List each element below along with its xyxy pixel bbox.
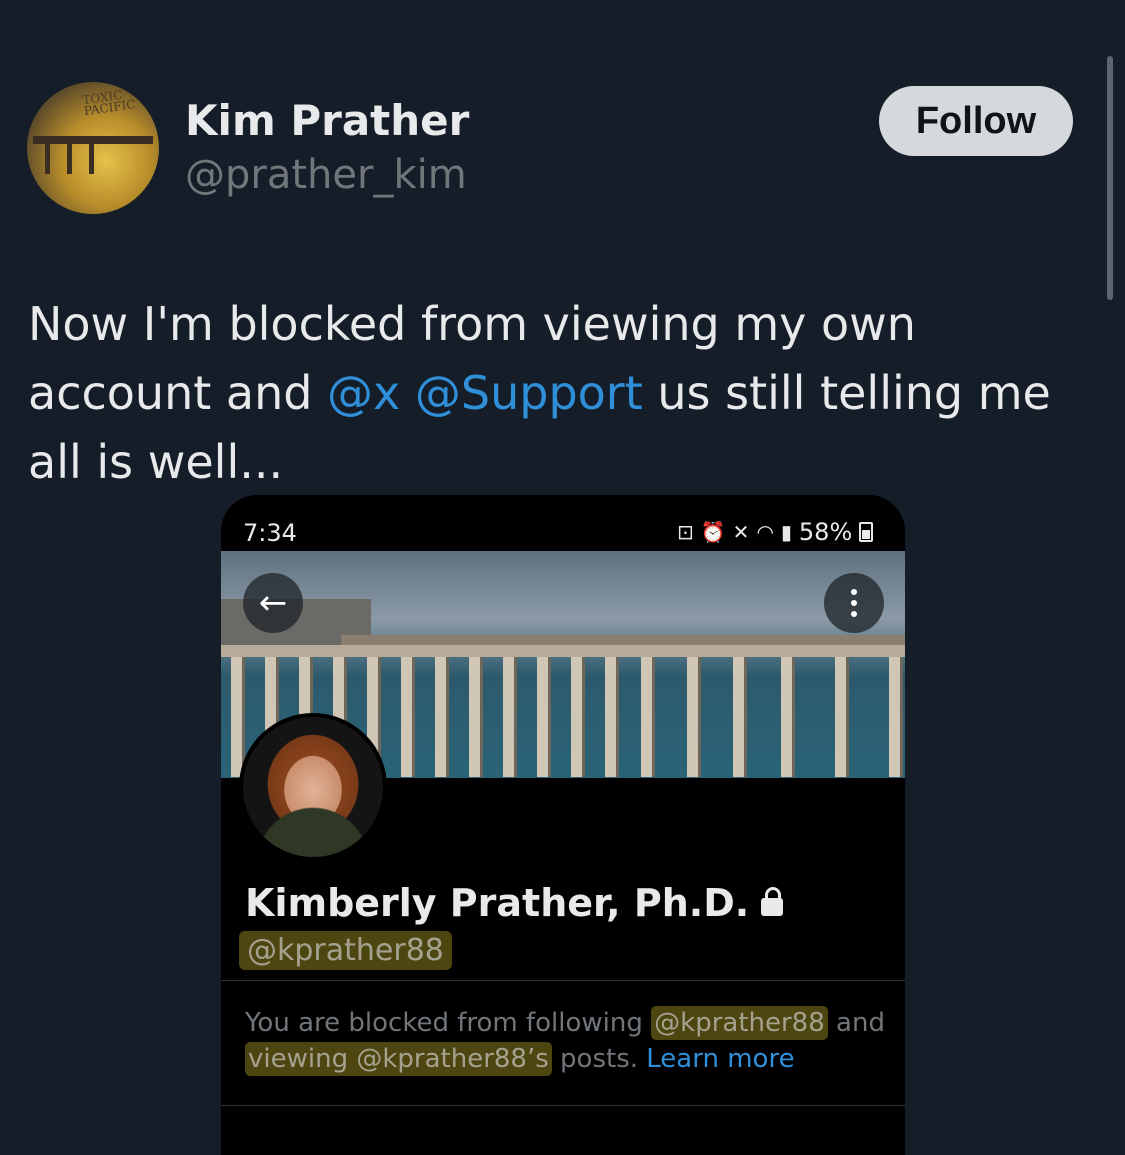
battery-icon bbox=[859, 522, 874, 542]
phone-status-bar: 7:34 ⊡ ⏰ ✕ ◠ ▮ 58% bbox=[221, 495, 905, 551]
more-options-icon[interactable] bbox=[824, 573, 884, 633]
signal-icon: ▮ bbox=[780, 520, 792, 544]
pier-pile bbox=[469, 657, 483, 777]
author-name[interactable]: Kim Prather bbox=[185, 96, 469, 145]
scrollbar[interactable] bbox=[1107, 56, 1113, 300]
alarm-icon: ⏰ bbox=[700, 520, 726, 544]
mention-x[interactable]: @x bbox=[327, 366, 400, 420]
avatar-pier-post bbox=[67, 142, 72, 174]
pier-pile bbox=[435, 657, 449, 777]
pier-deck bbox=[221, 645, 905, 657]
pier-pile bbox=[503, 657, 517, 777]
blocked-text-1: You are blocked from following bbox=[245, 1008, 652, 1038]
screenshot-icon: ⊡ bbox=[677, 520, 694, 544]
profile-name-text: Kimberly Prather, Ph.D. bbox=[245, 881, 750, 925]
follow-button[interactable]: Follow bbox=[879, 86, 1073, 156]
battery-percent: 58% bbox=[798, 518, 853, 546]
back-arrow-icon[interactable]: ← bbox=[243, 573, 303, 633]
pier-pile bbox=[231, 657, 245, 777]
mute-icon: ✕ bbox=[732, 520, 750, 544]
pier-pile bbox=[733, 657, 747, 777]
blocked-viewing: viewing @kprather88’s bbox=[245, 1042, 552, 1076]
pier-pile bbox=[605, 657, 619, 777]
divider bbox=[221, 1105, 905, 1106]
blocked-text-3: posts. bbox=[551, 1044, 647, 1074]
blocked-text-2: and bbox=[827, 1008, 885, 1038]
pier-pile bbox=[401, 657, 415, 777]
status-icons: ⊡ ⏰ ✕ ◠ ▮ 58% bbox=[677, 518, 874, 546]
pier-pile bbox=[835, 657, 849, 777]
pier-pile bbox=[571, 657, 585, 777]
blocked-handle: @kprather88 bbox=[651, 1006, 828, 1040]
avatar-logo-text: TOXIC PACIFIC bbox=[81, 87, 137, 119]
profile-avatar[interactable] bbox=[239, 713, 387, 861]
pier-pile bbox=[687, 657, 701, 777]
author-avatar[interactable]: TOXIC PACIFIC bbox=[27, 82, 159, 214]
mention-support[interactable]: @Support bbox=[415, 366, 643, 420]
pier-pile bbox=[641, 657, 655, 777]
avatar-pier-post bbox=[45, 142, 50, 174]
attached-screenshot[interactable]: 7:34 ⊡ ⏰ ✕ ◠ ▮ 58% ← Kimberly Prather, P… bbox=[221, 495, 905, 1155]
avatar-pier-post bbox=[89, 142, 94, 174]
pier-pile bbox=[537, 657, 551, 777]
pier-railing bbox=[341, 635, 905, 645]
status-time: 7:34 bbox=[243, 519, 297, 547]
divider bbox=[221, 980, 905, 981]
lock-icon bbox=[761, 887, 784, 916]
tweet-text: Now I'm blocked from viewing my own acco… bbox=[28, 290, 1108, 497]
learn-more-link[interactable]: Learn more bbox=[646, 1044, 794, 1074]
wifi-icon: ◠ bbox=[756, 520, 774, 544]
profile-handle: @kprather88 bbox=[239, 931, 452, 970]
pier-pile bbox=[781, 657, 795, 777]
author-handle[interactable]: @prather_kim bbox=[185, 152, 467, 198]
pier-pile bbox=[889, 657, 903, 777]
blocked-message: You are blocked from following @kprather… bbox=[245, 1005, 885, 1077]
profile-name: Kimberly Prather, Ph.D. bbox=[245, 881, 784, 925]
